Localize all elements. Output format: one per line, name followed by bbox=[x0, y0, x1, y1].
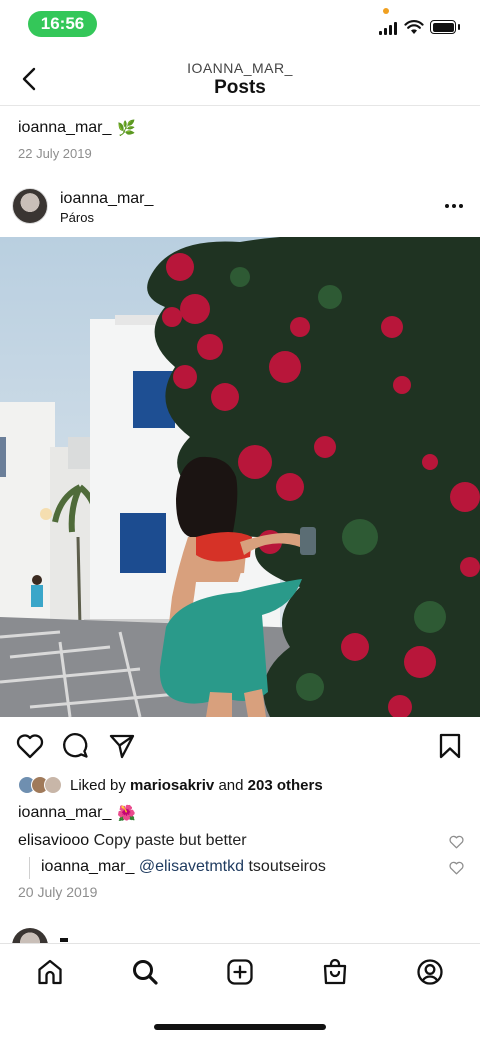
status-time: 16:56 bbox=[28, 11, 97, 37]
comment-item: elisaviooo Copy paste but better bbox=[18, 832, 247, 850]
nav-profile-button[interactable] bbox=[414, 956, 446, 988]
post-header: ioanna_mar_ Páros bbox=[0, 180, 480, 236]
caption-username[interactable]: ioanna_mar_ bbox=[18, 804, 111, 822]
profile-icon bbox=[417, 959, 443, 985]
search-icon bbox=[133, 960, 158, 985]
more-options-icon bbox=[445, 204, 449, 208]
page-title: Posts bbox=[214, 77, 266, 98]
liker-avatars bbox=[18, 776, 62, 794]
caption-emoji: 🌺 bbox=[117, 805, 137, 822]
battery-icon bbox=[430, 20, 456, 34]
previous-post-date: 22 July 2019 bbox=[18, 146, 92, 161]
battery-cap bbox=[458, 24, 460, 30]
wifi-icon bbox=[404, 20, 424, 34]
next-post-username-stub bbox=[60, 938, 68, 942]
heart-icon bbox=[16, 734, 44, 759]
post-action-bar bbox=[0, 728, 480, 764]
signal-icon bbox=[379, 22, 397, 35]
post-photo[interactable] bbox=[0, 237, 480, 717]
previous-post-footer: ioanna_mar_ 🌿 22 July 2019 bbox=[0, 107, 480, 167]
avatar[interactable] bbox=[12, 188, 48, 224]
home-icon bbox=[38, 959, 62, 985]
likes-summary[interactable]: Liked by mariosakriv and 203 others bbox=[18, 774, 323, 796]
bookmark-button[interactable] bbox=[436, 732, 464, 760]
reply-mention[interactable]: @elisavetmtkd bbox=[139, 858, 244, 875]
comment-like-icon[interactable] bbox=[449, 835, 464, 849]
reply-item: ioanna_mar_ @elisavetmtkd tsoutseiros bbox=[41, 858, 326, 876]
bottom-navigation bbox=[0, 943, 480, 1039]
comment-text: Copy paste but better bbox=[93, 832, 247, 849]
post-username[interactable]: ioanna_mar_ bbox=[60, 190, 153, 208]
nav-add-button[interactable] bbox=[224, 956, 256, 988]
reply-username[interactable]: ioanna_mar_ bbox=[41, 858, 134, 875]
previous-post-caption: ioanna_mar_ 🌿 bbox=[18, 119, 136, 137]
nav-home-button[interactable] bbox=[34, 956, 66, 988]
nav-search-button[interactable] bbox=[129, 956, 161, 988]
comment-username[interactable]: elisaviooo bbox=[18, 832, 89, 849]
likes-others[interactable]: 203 others bbox=[248, 777, 323, 794]
more-options-button[interactable] bbox=[442, 194, 466, 218]
likes-prefix: Liked by bbox=[70, 776, 126, 794]
privacy-indicator-dot bbox=[383, 8, 389, 14]
photo-illustration bbox=[0, 237, 480, 717]
add-post-icon bbox=[227, 959, 253, 985]
post-caption: ioanna_mar_ 🌺 bbox=[18, 804, 136, 822]
comment-button[interactable] bbox=[62, 732, 90, 760]
previous-caption-emoji: 🌿 bbox=[117, 120, 137, 137]
like-button[interactable] bbox=[16, 732, 44, 760]
comment-icon bbox=[63, 733, 88, 758]
reply-thread-line bbox=[29, 857, 30, 879]
bookmark-icon bbox=[439, 733, 461, 759]
shop-icon bbox=[323, 958, 347, 985]
nav-shop-button[interactable] bbox=[319, 956, 351, 988]
reply-text: tsoutseiros bbox=[248, 858, 326, 875]
share-button[interactable] bbox=[108, 732, 136, 760]
likes-user[interactable]: mariosakriv bbox=[130, 777, 214, 794]
post-date: 20 July 2019 bbox=[18, 884, 98, 900]
likes-connector: and bbox=[218, 776, 244, 794]
page-header: IOANNA_MAR_ Posts bbox=[0, 52, 480, 106]
header-username: IOANNA_MAR_ bbox=[187, 60, 293, 76]
share-icon bbox=[109, 734, 135, 759]
reply-like-icon[interactable] bbox=[449, 861, 464, 875]
status-bar: 16:56 bbox=[0, 0, 480, 48]
previous-caption-username[interactable]: ioanna_mar_ bbox=[18, 119, 111, 137]
home-indicator[interactable] bbox=[154, 1024, 326, 1030]
post-location[interactable]: Páros bbox=[60, 210, 94, 225]
